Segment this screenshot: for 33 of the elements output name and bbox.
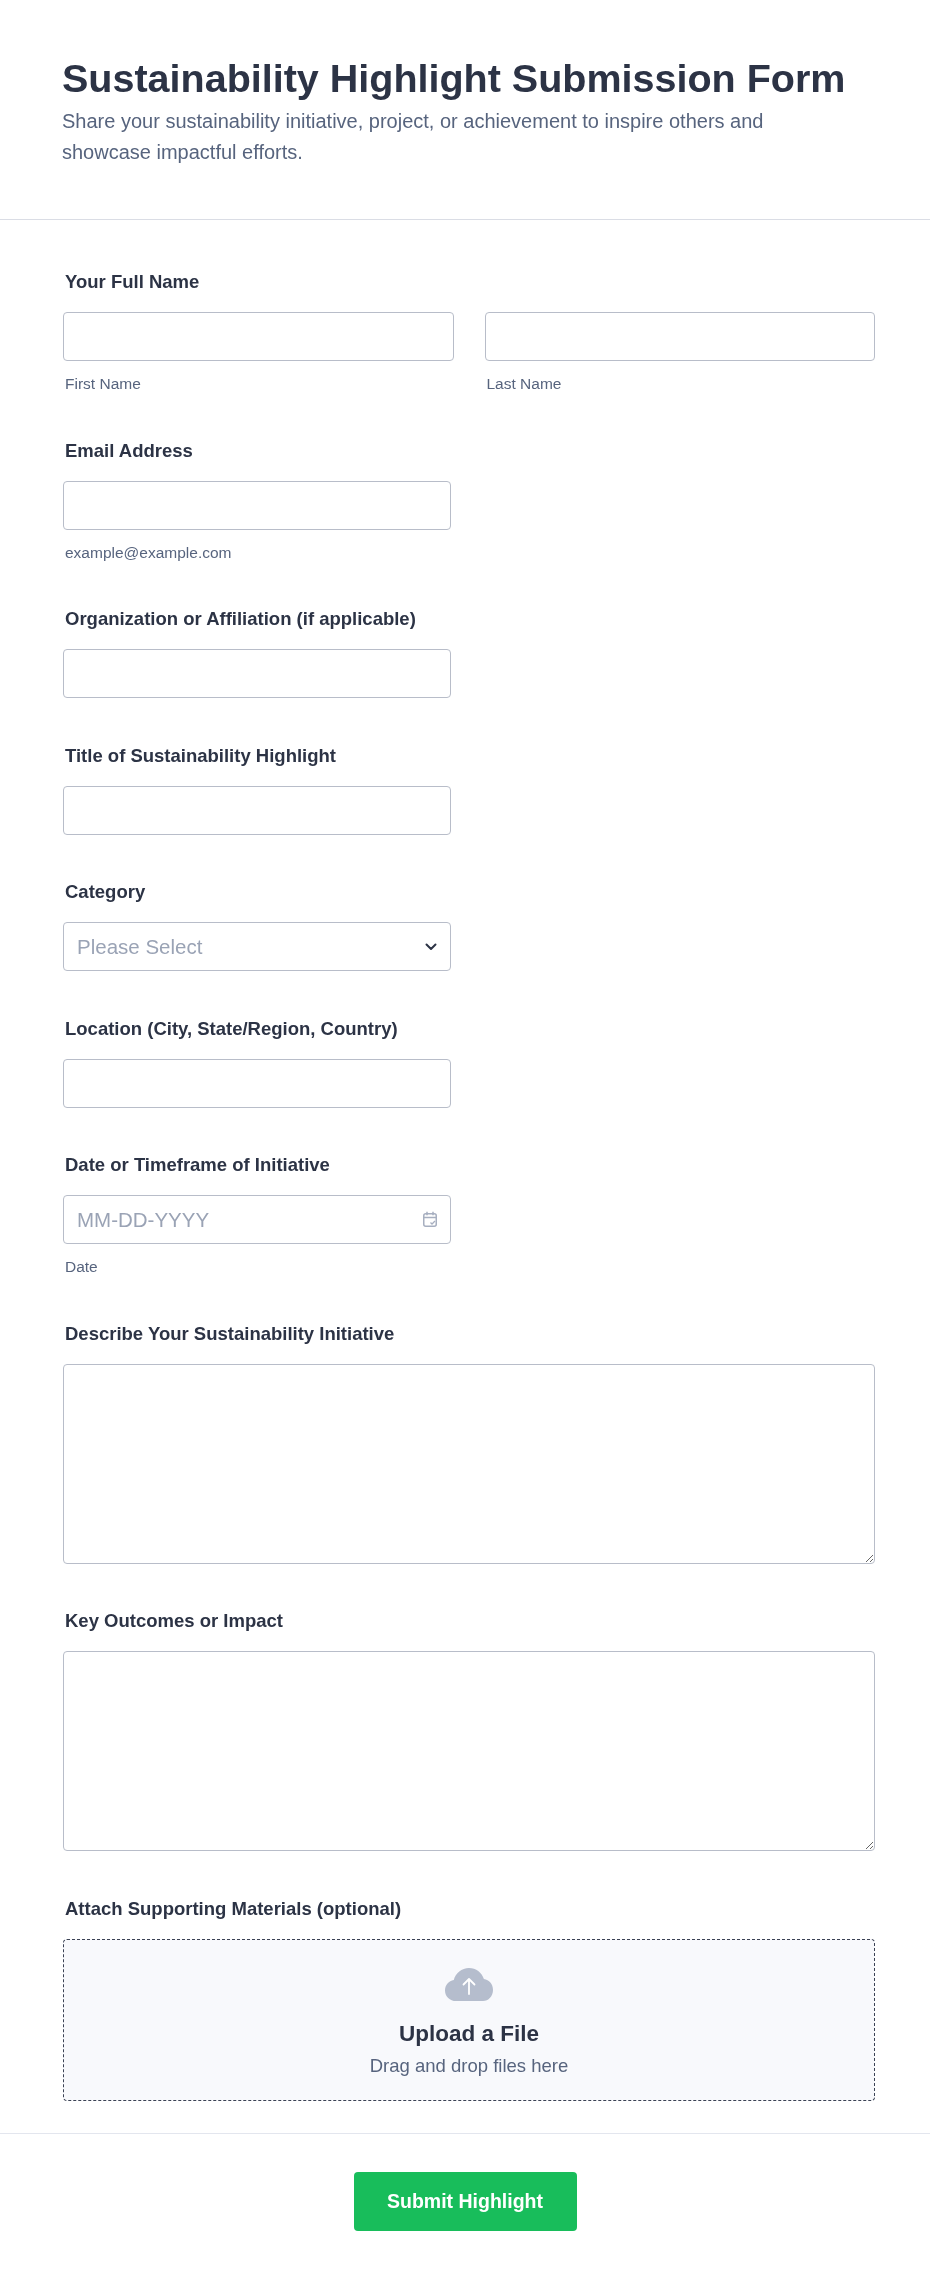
field-hint: Last Name <box>485 375 562 393</box>
text-input-field[interactable] <box>63 649 451 698</box>
field-hint: example@example.com <box>64 543 232 562</box>
field-hint: First Name <box>64 375 141 393</box>
field-label: Date or Timeframe of Initiative <box>64 1154 330 1176</box>
form-description: Share your sustainability initiative, project, or achievement to inspire others and showcase impactful efforts. <box>62 109 765 165</box>
text-input-field[interactable] <box>63 785 451 835</box>
upload-title: Upload a File <box>399 2020 539 2047</box>
submit-button[interactable]: Submit Highlight <box>353 2171 577 2231</box>
form-title: Sustainability Highlight Submission Form <box>62 55 847 102</box>
file-dropzone[interactable]: Upload a File Drag and drop files here <box>63 1938 875 2101</box>
text-input-field[interactable] <box>63 480 451 530</box>
chevron-down-icon <box>425 942 437 951</box>
field-label: Key Outcomes or Impact <box>64 1610 283 1632</box>
date-input-field[interactable]: MM-DD-YYYY <box>63 1195 451 1244</box>
field-label: Title of Sustainability Highlight <box>64 744 336 767</box>
field-label: Organization or Affiliation (if applicable) <box>64 608 416 630</box>
upload-hint: Drag and drop files here <box>369 2055 569 2076</box>
text-area[interactable] <box>63 1363 875 1564</box>
field-label: Describe Your Sustainability Initiative <box>64 1322 395 1345</box>
calendar-icon[interactable] <box>423 1211 437 1227</box>
cloud-upload-icon <box>445 1967 493 2001</box>
field-label: Location (City, State/Region, Country) <box>64 1017 398 1040</box>
text-area[interactable] <box>63 1651 875 1851</box>
field-label: Attach Supporting Materials (optional) <box>64 1897 402 1920</box>
field-hint: Date <box>64 1258 98 1276</box>
text-input-field[interactable] <box>63 1058 451 1108</box>
field-label: Your Full Name <box>64 271 200 293</box>
dropdown[interactable]: Please Select <box>63 922 451 971</box>
field-label: Email Address <box>64 439 193 462</box>
text-input-field[interactable] <box>484 312 875 361</box>
text-input-field[interactable] <box>63 312 454 361</box>
field-label: Category <box>64 881 146 903</box>
